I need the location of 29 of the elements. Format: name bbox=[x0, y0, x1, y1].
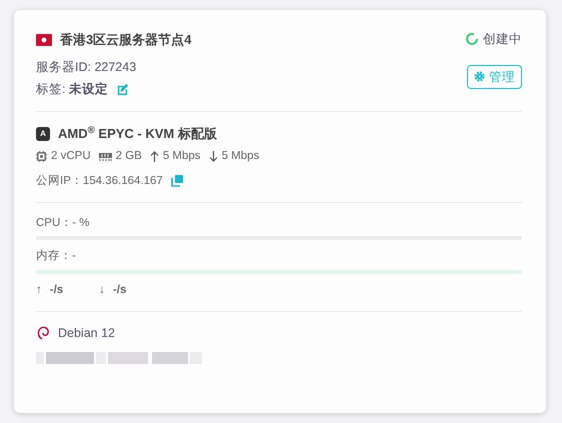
memory-icon bbox=[98, 152, 112, 161]
traffic-rate: -/s bbox=[112, 282, 126, 298]
arrow-glyph: ↑ bbox=[36, 282, 42, 298]
tag-text: 标签: 未设定 bbox=[36, 81, 108, 98]
os-name: Debian 12 bbox=[58, 324, 115, 342]
chip-icon bbox=[36, 150, 47, 162]
copy-icon[interactable] bbox=[170, 175, 183, 188]
spec-text: 5 Mbps bbox=[162, 148, 201, 164]
gear-icon bbox=[474, 71, 485, 82]
cpu-logo-icon: A bbox=[36, 126, 50, 141]
flag-icon bbox=[36, 34, 52, 46]
arrow-glyph: ↓ bbox=[99, 282, 105, 298]
public-ip: 公网IP：154.36.164.167 bbox=[36, 174, 163, 189]
loading-icon bbox=[465, 32, 479, 46]
swirl-icon bbox=[36, 325, 50, 342]
edit-icon[interactable] bbox=[116, 83, 129, 96]
server-id: 服务器ID: 227243 bbox=[36, 58, 138, 76]
server-name: 香港3区云服务器节点4 bbox=[60, 31, 192, 49]
plan-title: AMD$^{®}$ EPYC - KVM 标配版 bbox=[58, 124, 217, 143]
up-arrow-icon bbox=[150, 150, 159, 162]
status-text: 创建中 bbox=[483, 31, 522, 48]
down-arrow-icon bbox=[208, 150, 218, 162]
spec-text: 2 vCPU bbox=[51, 148, 91, 164]
spec-text: 5 Mbps bbox=[222, 148, 260, 164]
manage-button[interactable]: 管理 bbox=[467, 64, 522, 89]
traffic-rate: -/s bbox=[50, 282, 64, 298]
spec-text: 2 GB bbox=[116, 148, 142, 164]
usage-label: CPU：- % bbox=[36, 216, 91, 231]
usage-label: 内存：- bbox=[36, 248, 77, 264]
